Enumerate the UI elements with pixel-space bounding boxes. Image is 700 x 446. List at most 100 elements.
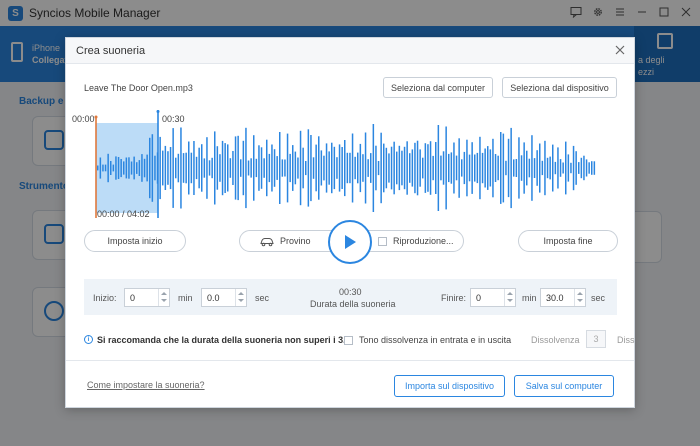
waveform[interactable] <box>84 110 617 220</box>
waveform-bar <box>255 158 258 178</box>
waveform-bar <box>453 142 455 194</box>
waveform-bar <box>526 150 528 186</box>
import-to-device-button[interactable]: Importa sul dispositivo <box>394 375 505 397</box>
waveform-bar <box>479 136 481 200</box>
waveform-bar <box>128 157 130 179</box>
waveform-bar <box>253 135 255 201</box>
waveform-bar <box>414 142 416 194</box>
waveform-bar <box>565 141 567 195</box>
start-sec-stepper[interactable]: 0.0 <box>201 288 247 307</box>
info-icon: i <box>84 335 93 344</box>
waveform-bar <box>302 147 304 189</box>
waveform-bar <box>341 147 343 189</box>
waveform-bar <box>286 133 289 203</box>
waveform-bar <box>281 159 284 177</box>
waveform-bar <box>362 154 364 182</box>
start-sec-value: 0.0 <box>207 293 220 303</box>
waveform-bar <box>409 153 411 183</box>
end-sec-value: 30.0 <box>546 293 564 303</box>
waveform-bar <box>164 145 167 190</box>
waveform-bar <box>442 151 445 185</box>
waveform-bar <box>112 164 115 172</box>
waveform-bar <box>258 145 260 191</box>
waveform-bar <box>172 128 174 208</box>
waveform-bar <box>354 156 356 180</box>
waveform-bar <box>289 153 291 183</box>
waveform-bar <box>162 150 164 186</box>
waveform-bar <box>367 159 369 177</box>
waveform-bar <box>294 151 297 185</box>
waveform-bar <box>115 156 117 180</box>
waveform-bar <box>315 144 317 192</box>
end-min-stepper[interactable]: 0 <box>470 288 516 307</box>
waveform-bar <box>312 157 315 179</box>
waveform-bar <box>224 143 226 193</box>
set-end-button[interactable]: Imposta fine <box>518 230 618 252</box>
play-button[interactable] <box>328 220 372 264</box>
waveform-bar <box>476 152 479 184</box>
waveform-bar <box>448 153 450 183</box>
fade-checkbox[interactable] <box>344 336 353 345</box>
waveform-bar <box>201 144 203 192</box>
waveform-bar <box>117 157 120 179</box>
duration-recommendation: Si raccomanda che la durata della suoner… <box>97 335 351 345</box>
loop-checkbox[interactable] <box>378 237 387 246</box>
waveform-bar <box>297 157 299 179</box>
waveform-bar <box>338 144 341 192</box>
help-link[interactable]: Come impostare la suoneria? <box>87 380 205 390</box>
chevron-up-icon <box>238 292 244 295</box>
waveform-bar <box>234 136 237 200</box>
waveform-bar <box>123 161 125 175</box>
waveform-bar <box>260 147 263 189</box>
waveform-bar <box>333 146 336 190</box>
waveform-bar <box>393 141 395 195</box>
footer-divider <box>66 360 634 361</box>
waveform-bar <box>266 139 268 197</box>
waveform-bar <box>458 138 460 198</box>
waveform-bar <box>429 141 432 195</box>
waveform-bar <box>390 146 393 190</box>
waveform-bar <box>323 155 325 181</box>
waveform-bar <box>588 162 590 174</box>
set-start-button[interactable]: Imposta inizio <box>84 230 186 252</box>
waveform-bar <box>188 141 190 195</box>
waveform-bar <box>375 145 377 191</box>
waveform-bar <box>245 127 247 209</box>
end-sec-stepper[interactable]: 30.0 <box>540 288 586 307</box>
waveform-bar <box>427 144 429 192</box>
waveform-bar <box>507 138 510 198</box>
waveform-bar <box>471 142 473 194</box>
waveform-bar <box>110 161 112 175</box>
waveform-bar <box>227 144 229 192</box>
waveform-bar <box>531 135 533 201</box>
start-min-value: 0 <box>130 293 136 303</box>
close-icon[interactable] <box>613 43 627 57</box>
waveform-bar <box>380 132 382 204</box>
dissolve-input[interactable]: 3 <box>586 330 606 348</box>
waveform-bar <box>554 161 557 175</box>
fade-label: Tono dissolvenza in entrata e in uscita <box>359 335 512 345</box>
waveform-bar <box>318 136 320 200</box>
dissolve-label: Dissolvenza <box>531 335 580 345</box>
waveform-bar <box>591 161 593 175</box>
waveform-svg[interactable] <box>84 110 617 220</box>
save-to-computer-button[interactable]: Salva sul computer <box>514 375 614 397</box>
loop-label: Riproduzione... <box>393 236 454 246</box>
preview-label[interactable]: Provino <box>280 236 311 246</box>
waveform-bar <box>276 156 278 180</box>
waveform-bar <box>388 153 390 183</box>
select-from-device-button[interactable]: Seleziona dal dispositivo <box>502 77 617 98</box>
waveform-bar <box>97 165 99 171</box>
waveform-bar <box>138 160 141 176</box>
playback-position: 00:00 / 04:02 <box>97 209 150 219</box>
waveform-bar <box>567 154 570 182</box>
dissolve-label-2: Diss <box>617 335 635 345</box>
waveform-bar <box>424 143 427 193</box>
waveform-bar <box>583 155 585 181</box>
waveform-bar <box>372 124 375 212</box>
select-from-computer-button[interactable]: Seleziona dal computer <box>383 77 493 98</box>
waveform-bar <box>461 159 463 177</box>
start-min-stepper[interactable]: 0 <box>124 288 170 307</box>
end-label: Finire: <box>441 293 467 303</box>
waveform-bar <box>229 158 232 178</box>
